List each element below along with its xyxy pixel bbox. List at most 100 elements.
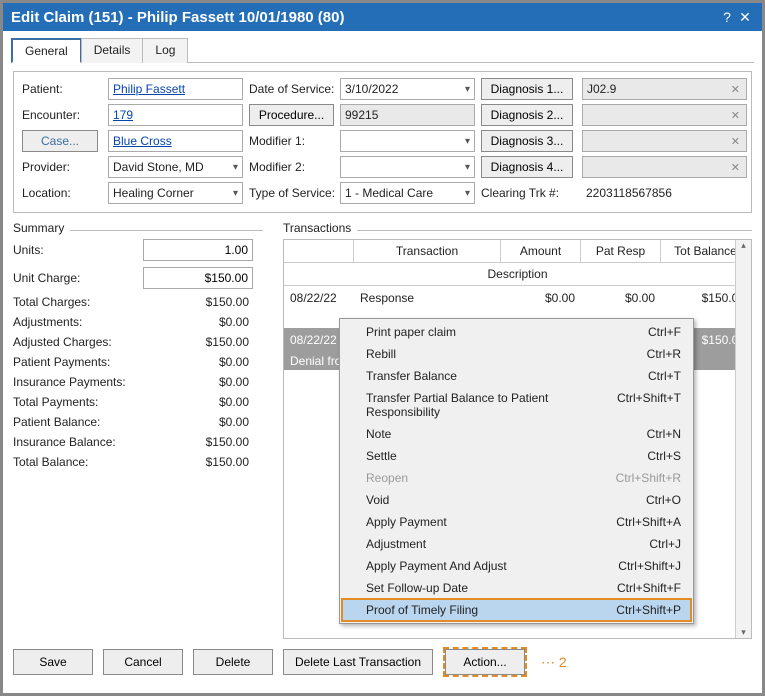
- cancel-button[interactable]: Cancel: [103, 649, 183, 675]
- diag4-field[interactable]: ✕: [582, 156, 747, 178]
- col-amount: Amount: [501, 240, 581, 262]
- menu-item-void[interactable]: VoidCtrl+O: [342, 489, 691, 511]
- tab-general[interactable]: General: [11, 38, 82, 63]
- callout-number: ⋯ 2: [541, 654, 567, 671]
- adjcharges-label: Adjusted Charges:: [13, 335, 143, 349]
- col-date: [284, 240, 354, 262]
- tab-strip: General Details Log: [11, 37, 754, 63]
- summary-title: Summary: [13, 221, 64, 235]
- delete-last-transaction-button[interactable]: Delete Last Transaction: [283, 649, 433, 675]
- menu-item-note[interactable]: NoteCtrl+N: [342, 423, 691, 445]
- provider-field[interactable]: David Stone, MD: [108, 156, 243, 178]
- insbal-label: Insurance Balance:: [13, 435, 143, 449]
- patpay-value: $0.00: [143, 355, 253, 369]
- mod1-label: Modifier 1:: [249, 134, 334, 148]
- patient-label: Patient:: [22, 82, 102, 96]
- patbal-label: Patient Balance:: [13, 415, 143, 429]
- units-input[interactable]: [143, 239, 253, 261]
- col-patresp: Pat Resp: [581, 240, 661, 262]
- menu-item-adjustment[interactable]: AdjustmentCtrl+J: [342, 533, 691, 555]
- window-title: Edit Claim (151) - Philip Fassett 10/01/…: [11, 9, 344, 26]
- mod2-label: Modifier 2:: [249, 160, 334, 174]
- transactions-header: Transaction Amount Pat Resp Tot Balance: [284, 240, 751, 263]
- menu-item-proof-of-timely-filing[interactable]: Proof of Timely FilingCtrl+Shift+P: [342, 599, 691, 621]
- inspay-label: Insurance Payments:: [13, 375, 143, 389]
- diag4-clear-icon[interactable]: ✕: [727, 161, 744, 174]
- delete-button[interactable]: Delete: [193, 649, 273, 675]
- totbal-value: $150.00: [143, 455, 253, 469]
- mod2-field[interactable]: [340, 156, 475, 178]
- diag2-clear-icon[interactable]: ✕: [727, 109, 744, 122]
- patpay-label: Patient Payments:: [13, 355, 143, 369]
- totcharges-value: $150.00: [143, 295, 253, 309]
- patbal-value: $0.00: [143, 415, 253, 429]
- menu-item-apply-payment[interactable]: Apply PaymentCtrl+Shift+A: [342, 511, 691, 533]
- procedure-button[interactable]: Procedure...: [249, 104, 334, 126]
- transaction-row[interactable]: 08/22/22Response$0.00$0.00$150.00: [284, 286, 751, 310]
- menu-item-set-follow-up-date[interactable]: Set Follow-up DateCtrl+Shift+F: [342, 577, 691, 599]
- inspay-value: $0.00: [143, 375, 253, 389]
- totcharges-label: Total Charges:: [13, 295, 143, 309]
- totpay-value: $0.00: [143, 395, 253, 409]
- diag2-button[interactable]: Diagnosis 2...: [481, 104, 573, 126]
- diag2-field[interactable]: ✕: [582, 104, 747, 126]
- mod1-field[interactable]: [340, 130, 475, 152]
- location-field[interactable]: Healing Corner: [108, 182, 243, 204]
- unitcharge-label: Unit Charge:: [13, 271, 143, 285]
- tab-details[interactable]: Details: [81, 38, 144, 63]
- adjustments-label: Adjustments:: [13, 315, 143, 329]
- save-button[interactable]: Save: [13, 649, 93, 675]
- provider-label: Provider:: [22, 160, 102, 174]
- close-icon[interactable]: ✕: [736, 9, 754, 26]
- dos-field[interactable]: 3/10/2022: [340, 78, 475, 100]
- case-field[interactable]: Blue Cross: [108, 130, 243, 152]
- menu-item-reopen: ReopenCtrl+Shift+R: [342, 467, 691, 489]
- tab-log[interactable]: Log: [142, 38, 188, 63]
- titlebar: Edit Claim (151) - Philip Fassett 10/01/…: [3, 3, 762, 31]
- adjcharges-value: $150.00: [143, 335, 253, 349]
- adjustments-value: $0.00: [143, 315, 253, 329]
- diag1-button[interactable]: Diagnosis 1...: [481, 78, 573, 100]
- tos-field[interactable]: 1 - Medical Care: [340, 182, 475, 204]
- transactions-subheader: Description: [284, 263, 751, 286]
- tos-label: Type of Service:: [249, 186, 334, 200]
- menu-item-rebill[interactable]: RebillCtrl+R: [342, 343, 691, 365]
- unitcharge-input[interactable]: [143, 267, 253, 289]
- location-label: Location:: [22, 186, 102, 200]
- case-button[interactable]: Case...: [22, 130, 98, 152]
- help-icon[interactable]: ?: [718, 9, 736, 25]
- insbal-value: $150.00: [143, 435, 253, 449]
- transactions-panel: Transaction Amount Pat Resp Tot Balance …: [283, 239, 752, 639]
- dos-label: Date of Service:: [249, 82, 334, 96]
- menu-item-transfer-partial-balance-to-patient-responsibility[interactable]: Transfer Partial Balance to Patient Resp…: [342, 387, 691, 423]
- units-label: Units:: [13, 243, 143, 257]
- scroll-down-icon[interactable]: ▾: [736, 627, 751, 638]
- patient-field[interactable]: Philip Fassett: [108, 78, 243, 100]
- action-button[interactable]: Action...: [445, 649, 525, 675]
- menu-item-apply-payment-and-adjust[interactable]: Apply Payment And AdjustCtrl+Shift+J: [342, 555, 691, 577]
- menu-item-settle[interactable]: SettleCtrl+S: [342, 445, 691, 467]
- procedure-field[interactable]: 99215: [340, 104, 475, 126]
- diag3-clear-icon[interactable]: ✕: [727, 135, 744, 148]
- summary-section: Summary Units: Unit Charge: Total Charge…: [13, 221, 263, 639]
- transactions-title: Transactions: [283, 221, 351, 235]
- tracking-label: Clearing Trk #:: [481, 186, 576, 200]
- bottom-toolbar: Save Cancel Delete Delete Last Transacti…: [13, 647, 752, 677]
- tracking-value: 2203118567856: [582, 186, 747, 200]
- diag3-button[interactable]: Diagnosis 3...: [481, 130, 573, 152]
- menu-item-print-paper-claim[interactable]: Print paper claimCtrl+F: [342, 321, 691, 343]
- case-link[interactable]: Blue Cross: [113, 134, 172, 148]
- patient-link[interactable]: Philip Fassett: [113, 82, 185, 96]
- encounter-field[interactable]: 179: [108, 104, 243, 126]
- diag1-field[interactable]: J02.9✕: [582, 78, 747, 100]
- claim-form: Patient: Philip Fassett Date of Service:…: [13, 71, 752, 213]
- menu-item-transfer-balance[interactable]: Transfer BalanceCtrl+T: [342, 365, 691, 387]
- transactions-section: Transactions Transaction Amount Pat Resp…: [283, 221, 752, 639]
- action-context-menu: Print paper claimCtrl+FRebillCtrl+RTrans…: [339, 318, 694, 624]
- scroll-up-icon[interactable]: ▴: [736, 240, 751, 251]
- diag1-clear-icon[interactable]: ✕: [727, 83, 744, 96]
- transactions-scrollbar[interactable]: ▴ ▾: [735, 240, 751, 638]
- encounter-link[interactable]: 179: [113, 108, 133, 122]
- diag4-button[interactable]: Diagnosis 4...: [481, 156, 573, 178]
- diag3-field[interactable]: ✕: [582, 130, 747, 152]
